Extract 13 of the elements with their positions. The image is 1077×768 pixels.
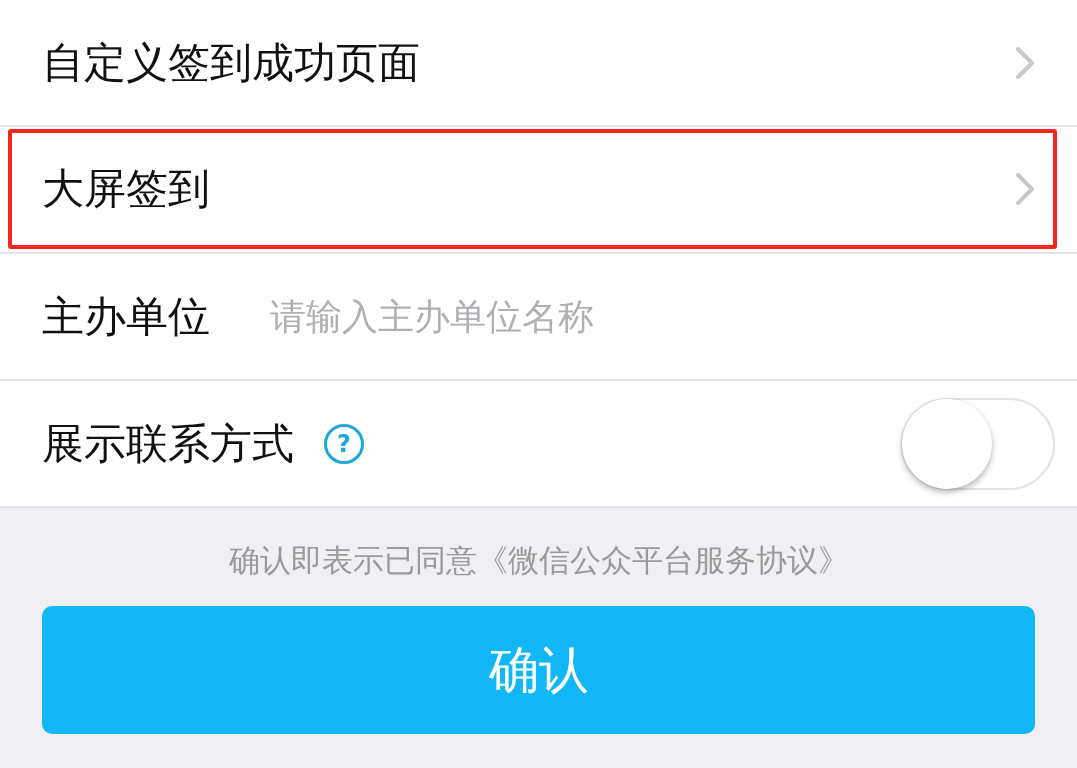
- settings-row[interactable]: 展示联系方式 ?: [0, 381, 1077, 506]
- row-label: 自定义签到成功页面: [42, 36, 420, 89]
- settings-row[interactable]: 大屏签到: [8, 129, 1057, 249]
- row-label: 展示联系方式: [42, 417, 294, 470]
- toggle-switch[interactable]: [901, 397, 1055, 490]
- row-label: 大屏签到: [42, 163, 210, 215]
- settings-row[interactable]: 自定义签到成功页面: [0, 0, 1077, 125]
- agreement-text: 确认即表示已同意《微信公众平台服务协议》: [228, 541, 849, 580]
- row-label: 主办单位: [42, 290, 210, 343]
- settings-row[interactable]: 主办单位 请输入主办单位名称: [0, 254, 1077, 379]
- chevron-right-icon: [1015, 172, 1035, 206]
- chevron-right-icon: [1015, 45, 1035, 80]
- input-field[interactable]: 请输入主办单位名称: [270, 290, 1035, 343]
